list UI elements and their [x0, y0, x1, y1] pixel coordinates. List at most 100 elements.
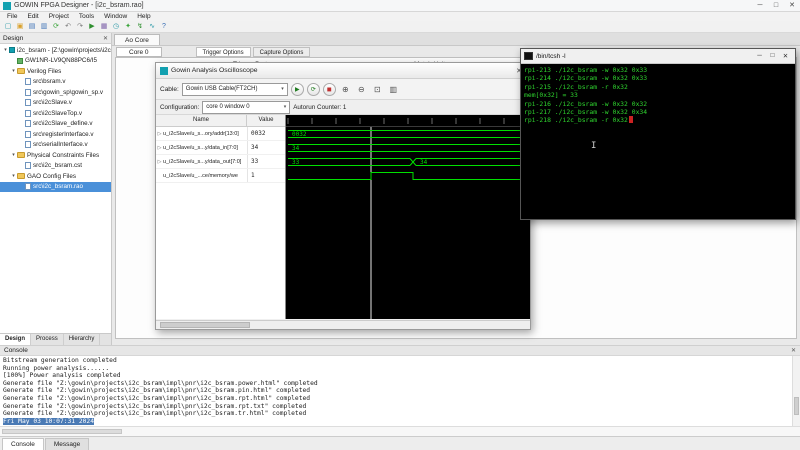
- tree-item-file[interactable]: src\i2c_bsram.cst: [0, 161, 111, 172]
- save-all-icon[interactable]: ▥: [39, 22, 49, 32]
- scrollbar-thumb[interactable]: [160, 322, 250, 328]
- tree-item-label: i2c_bsram - [Z:\gowin\projects\i2c...: [17, 47, 111, 54]
- zoom-out-button[interactable]: ⊖: [355, 83, 368, 96]
- programmer-icon[interactable]: ↯: [135, 22, 145, 32]
- console-horizontal-scrollbar[interactable]: [0, 426, 800, 436]
- tab-message[interactable]: Message: [45, 438, 89, 450]
- place-route-icon[interactable]: ✦: [123, 22, 133, 32]
- floorplan-icon[interactable]: ▦: [99, 22, 109, 32]
- zoom-fit-button[interactable]: ⊡: [371, 83, 384, 96]
- gao-window-icon: [160, 67, 168, 75]
- tree-item-label: src\gowin_sp\gowin_sp.v: [33, 89, 103, 96]
- left-panel-tabs: Design Process Hierarchy: [0, 333, 112, 345]
- gao-icon[interactable]: ∿: [147, 22, 157, 32]
- zoom-in-button[interactable]: ⊕: [339, 83, 352, 96]
- tab-trigger-options[interactable]: Trigger Options: [196, 47, 251, 57]
- tree-item-file[interactable]: src\gowin_sp\gowin_sp.v: [0, 87, 111, 98]
- tree-item-device[interactable]: GW1NR-LV9QN88PC6/I5: [0, 56, 111, 67]
- timing-icon[interactable]: ◷: [111, 22, 121, 32]
- console-log[interactable]: Bitstream generation completed Running p…: [0, 356, 792, 426]
- menu-file[interactable]: File: [2, 12, 22, 21]
- scrollbar-thumb[interactable]: [794, 397, 799, 415]
- waveform-canvas[interactable]: 0032 34 33 34: [286, 115, 530, 319]
- minimize-button[interactable]: ─: [752, 0, 768, 11]
- scrollbar-thumb[interactable]: [2, 429, 122, 434]
- tree-item-verilog-folder[interactable]: ▾ Verilog Files: [0, 66, 111, 77]
- tree-item-project[interactable]: ▾ i2c_bsram - [Z:\gowin\projects\i2c...: [0, 45, 111, 56]
- tab-hierarchy[interactable]: Hierarchy: [64, 334, 101, 345]
- maximize-button[interactable]: □: [768, 0, 784, 11]
- tree-item-constraints-folder[interactable]: ▾ Physical Constraints Files: [0, 150, 111, 161]
- help-icon[interactable]: ?: [159, 22, 169, 32]
- redo-icon[interactable]: ↷: [75, 22, 85, 32]
- console-close-icon[interactable]: ✕: [791, 347, 796, 354]
- expand-arrow-icon[interactable]: ▾: [10, 173, 17, 179]
- menu-tools[interactable]: Tools: [74, 12, 99, 21]
- tab-core-0[interactable]: Core 0: [116, 47, 162, 57]
- verilog-file-icon: [25, 131, 31, 138]
- tab-capture-options[interactable]: Capture Options: [253, 47, 311, 57]
- ibeam-pointer-icon: I: [591, 142, 596, 150]
- menu-project[interactable]: Project: [44, 12, 74, 21]
- menu-window[interactable]: Window: [99, 12, 132, 21]
- tab-console[interactable]: Console: [2, 438, 44, 450]
- terminal-close-button[interactable]: ✕: [779, 52, 792, 60]
- signal-value: 0032: [247, 127, 285, 140]
- open-project-icon[interactable]: ▣: [15, 22, 25, 32]
- expand-arrow-icon[interactable]: ▾: [10, 68, 17, 74]
- terminal-titlebar[interactable]: /bin/tcsh -l ─ □ ✕: [521, 49, 795, 64]
- tree-item-file[interactable]: src\i2cSlaveTop.v: [0, 108, 111, 119]
- tab-design[interactable]: Design: [0, 334, 31, 345]
- expand-arrow-icon[interactable]: ▷: [156, 159, 163, 165]
- main-titlebar[interactable]: GOWIN FPGA Designer - [i2c_bsram.rao] ─ …: [0, 0, 800, 12]
- signal-row[interactable]: u_i2cSlave/u_...ce/memory/we 1: [156, 169, 285, 183]
- terminal-minimize-button[interactable]: ─: [753, 52, 766, 60]
- undo-icon[interactable]: ↶: [63, 22, 73, 32]
- console-line: Generate file "Z:\gowin\projects\i2c_bsr…: [3, 410, 789, 418]
- gao-file-icon: [25, 183, 31, 190]
- project-tree: ▾ i2c_bsram - [Z:\gowin\projects\i2c... …: [0, 44, 112, 333]
- expand-arrow-icon[interactable]: ▷: [156, 131, 163, 137]
- signal-row[interactable]: ▷ u_i2cSlave/u_s...y/data_in[7:0] 34: [156, 141, 285, 155]
- autorun-button[interactable]: ⟳: [307, 83, 320, 96]
- signal-row[interactable]: ▷ u_i2cSlave/u_s...ory/addr[13:0] 0032: [156, 127, 285, 141]
- cable-select[interactable]: Gowin USB Cable(FT2CH) ▾: [182, 83, 288, 96]
- tree-item-file[interactable]: src\i2cSlave_define.v: [0, 119, 111, 130]
- console-title: Console: [4, 347, 28, 354]
- start-capture-button[interactable]: ▶: [291, 83, 304, 96]
- stop-button[interactable]: ◼: [323, 83, 336, 96]
- gao-window-title: Gowin Analysis Oscilloscope: [171, 67, 258, 74]
- configuration-label: Configuration:: [160, 104, 199, 111]
- terminal-maximize-button[interactable]: □: [766, 52, 779, 60]
- gao-titlebar[interactable]: Gowin Analysis Oscilloscope ✕: [156, 63, 530, 79]
- expand-arrow-icon[interactable]: ▾: [2, 47, 9, 53]
- expand-arrow-icon[interactable]: ▷: [156, 145, 163, 151]
- tab-ao-core[interactable]: Ao Core: [114, 34, 160, 45]
- window-layout-button[interactable]: ▥: [387, 83, 400, 96]
- sync-icon[interactable]: ⟳: [51, 22, 61, 32]
- tree-item-file-selected[interactable]: src\i2c_bsram.rao: [0, 182, 111, 193]
- menu-edit[interactable]: Edit: [22, 12, 43, 21]
- cable-label: Cable:: [160, 86, 179, 93]
- design-panel-close-icon[interactable]: ✕: [103, 35, 108, 42]
- tree-item-file[interactable]: src\i2cSlave.v: [0, 98, 111, 109]
- signal-row[interactable]: ▷ u_i2cSlave/u_s...y/data_out[7:0] 33: [156, 155, 285, 169]
- expand-arrow-icon[interactable]: ▾: [10, 152, 17, 158]
- gao-horizontal-scrollbar[interactable]: [156, 320, 530, 329]
- tree-item-gao-folder[interactable]: ▾ GAO Config Files: [0, 171, 111, 182]
- new-file-icon[interactable]: ▢: [3, 22, 13, 32]
- terminal-prompt-line: rpi-218 ./i2c_bsram -r 0x32: [524, 116, 792, 124]
- terminal-content[interactable]: rpi-213 ./i2c_bsram -w 0x32 0x33 rpi-214…: [521, 64, 795, 219]
- tree-item-file[interactable]: src\bsram.v: [0, 77, 111, 88]
- save-icon[interactable]: ▤: [27, 22, 37, 32]
- verilog-file-icon: [25, 120, 31, 127]
- tree-item-file[interactable]: src\serialInterface.v: [0, 140, 111, 151]
- synthesize-icon[interactable]: ▶: [87, 22, 97, 32]
- configuration-select[interactable]: core 0 window 0 ▾: [202, 101, 290, 114]
- menu-help[interactable]: Help: [132, 12, 155, 21]
- tab-process[interactable]: Process: [31, 334, 64, 345]
- close-button[interactable]: ✕: [784, 0, 800, 11]
- project-icon: [9, 47, 15, 53]
- console-vertical-scrollbar[interactable]: [792, 356, 800, 426]
- tree-item-file[interactable]: src\registerInterface.v: [0, 129, 111, 140]
